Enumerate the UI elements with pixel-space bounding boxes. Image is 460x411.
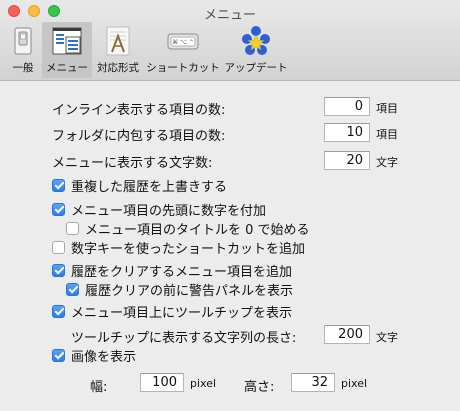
tab-general[interactable]: 一般 bbox=[4, 22, 42, 78]
tab-menu-label: メニュー bbox=[46, 62, 88, 74]
tab-shortcuts-label: ショートカット bbox=[146, 62, 220, 74]
show-tooltip-label: メニュー項目上にツールチップを表示 bbox=[71, 305, 293, 321]
tab-updates[interactable]: アップデート bbox=[222, 22, 290, 78]
window-title: メニュー bbox=[203, 8, 256, 23]
tab-shortcuts[interactable]: ⌘ ⌥ ⌃ ショートカット bbox=[144, 22, 222, 78]
keyboard-icon: ⌘ ⌥ ⌃ bbox=[167, 33, 199, 50]
image-height-label: 高さ: bbox=[244, 380, 275, 395]
start-from-zero-checkbox[interactable]: メニュー項目のタイトルを 0 で始める bbox=[66, 220, 310, 238]
checkbox-box[interactable] bbox=[52, 263, 65, 277]
image-width-field[interactable]: 100 bbox=[140, 373, 184, 392]
overwrite-history-checkbox[interactable]: 重複した履歴を上書きする bbox=[52, 177, 228, 195]
inline-items-field[interactable]: 0 bbox=[324, 97, 370, 116]
tab-updates-label: アップデート bbox=[224, 62, 288, 74]
tooltip-length-field[interactable]: 200 bbox=[324, 325, 370, 344]
inline-items-label: インライン表示する項目の数: bbox=[52, 103, 226, 118]
menu-chars-field[interactable]: 20 bbox=[324, 151, 370, 170]
show-tooltip-checkbox[interactable]: メニュー項目上にツールチップを表示 bbox=[52, 303, 293, 321]
preferences-window: メニュー 一般 メニュー 対応形式 ⌘ ⌥ ⌃ ショートカット アップデート イ… bbox=[0, 0, 460, 411]
tab-formats[interactable]: 対応形式 bbox=[93, 22, 143, 78]
formats-icon bbox=[106, 26, 130, 56]
show-image-label: 画像を表示 bbox=[71, 349, 137, 365]
checkbox-box[interactable] bbox=[52, 304, 65, 318]
clear-warning-checkbox[interactable]: 履歴クリアの前に警告パネルを表示 bbox=[66, 281, 294, 299]
checkbox-box[interactable] bbox=[66, 221, 79, 235]
menu-chars-unit: 文字 bbox=[376, 156, 398, 169]
titlebar: メニュー 一般 メニュー 対応形式 ⌘ ⌥ ⌃ ショートカット アップデート bbox=[0, 0, 460, 81]
checkbox-box[interactable] bbox=[66, 282, 79, 296]
inline-items-unit: 項目 bbox=[376, 102, 398, 115]
svg-text:⌘ ⌥ ⌃: ⌘ ⌥ ⌃ bbox=[172, 39, 194, 46]
menu-chars-label: メニューに表示する文字数: bbox=[52, 156, 213, 171]
clear-history-item-checkbox[interactable]: 履歴をクリアするメニュー項目を追加 bbox=[52, 262, 293, 280]
number-prefix-checkbox[interactable]: メニュー項目の先頭に数字を付加 bbox=[52, 201, 267, 219]
menu-icon bbox=[52, 27, 82, 55]
menu-settings-panel: インライン表示する項目の数: 0 項目 フォルダに内包する項目の数: 10 項目… bbox=[0, 81, 460, 411]
tooltip-length-label: ツールチップに表示する文字列の長さ: bbox=[71, 331, 297, 346]
tab-general-label: 一般 bbox=[12, 62, 34, 74]
folder-items-unit: 項目 bbox=[376, 128, 398, 141]
show-image-checkbox[interactable]: 画像を表示 bbox=[52, 347, 137, 365]
checkbox-box[interactable] bbox=[52, 178, 65, 192]
image-height-field[interactable]: 32 bbox=[291, 373, 335, 392]
numeric-shortcuts-label: 数字キーを使ったショートカットを追加 bbox=[71, 241, 306, 257]
clear-history-item-label: 履歴をクリアするメニュー項目を追加 bbox=[71, 264, 293, 280]
checkbox-box[interactable] bbox=[52, 348, 65, 362]
overwrite-history-label: 重複した履歴を上書きする bbox=[71, 179, 228, 195]
tab-menu[interactable]: メニュー bbox=[42, 22, 92, 78]
tab-formats-label: 対応形式 bbox=[97, 62, 139, 74]
update-icon bbox=[242, 26, 270, 55]
checkbox-box[interactable] bbox=[52, 240, 65, 254]
folder-items-label: フォルダに内包する項目の数: bbox=[52, 129, 226, 144]
number-prefix-label: メニュー項目の先頭に数字を付加 bbox=[71, 203, 267, 219]
checkbox-box[interactable] bbox=[52, 202, 65, 216]
start-from-zero-label: メニュー項目のタイトルを 0 で始める bbox=[85, 222, 310, 238]
image-width-unit: pixel bbox=[190, 377, 217, 390]
image-height-unit: pixel bbox=[341, 377, 368, 390]
clear-warning-label: 履歴クリアの前に警告パネルを表示 bbox=[85, 283, 294, 299]
general-switch-icon bbox=[14, 27, 32, 55]
folder-items-field[interactable]: 10 bbox=[324, 123, 370, 142]
tooltip-length-unit: 文字 bbox=[376, 331, 398, 344]
numeric-shortcuts-checkbox[interactable]: 数字キーを使ったショートカットを追加 bbox=[52, 239, 306, 257]
image-width-label: 幅: bbox=[90, 380, 108, 395]
